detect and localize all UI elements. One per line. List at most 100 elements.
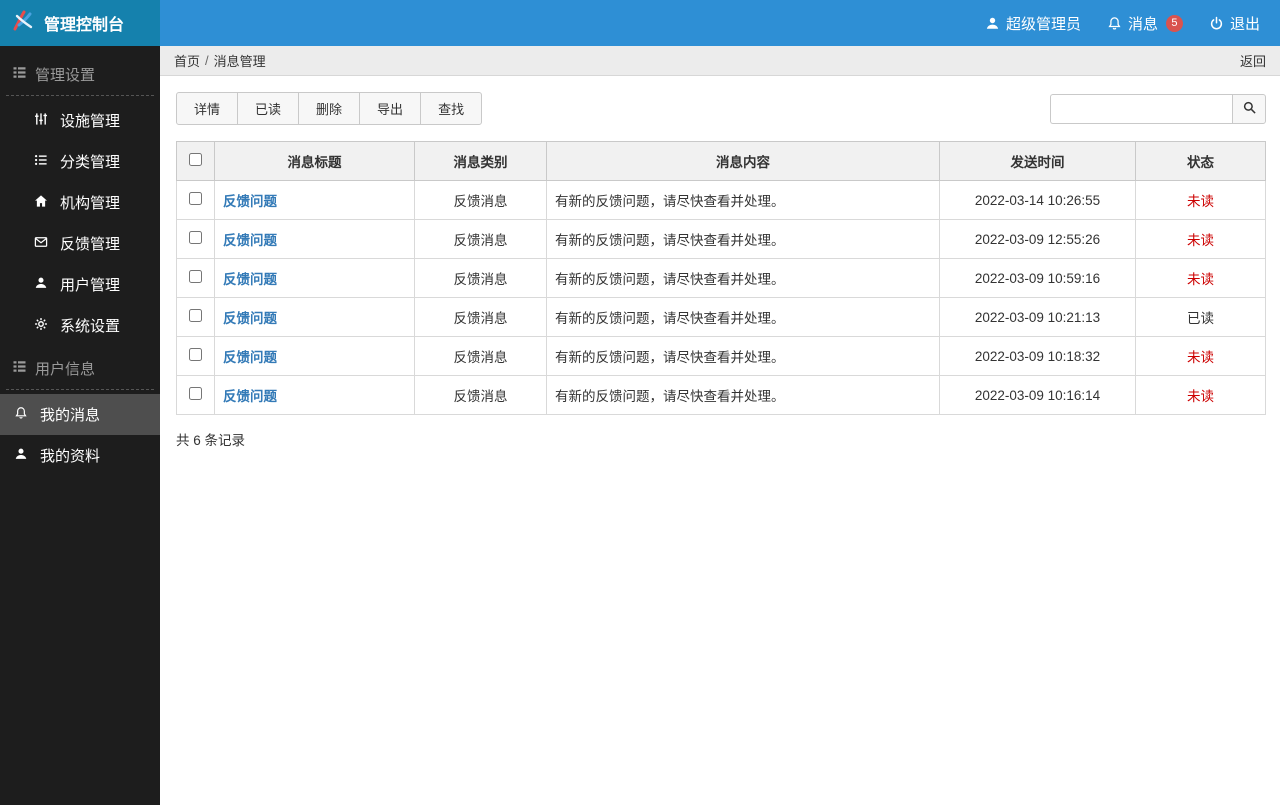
topbar-right: 超级管理员 消息 5 退出 xyxy=(985,0,1280,46)
message-title-link[interactable]: 反馈问题 xyxy=(223,350,277,365)
app-title: 管理控制台 xyxy=(44,11,124,35)
message-time: 2022-03-09 10:59:16 xyxy=(940,259,1136,298)
sidebar-item-label: 反馈管理 xyxy=(60,233,120,254)
sidebar-section-title: 用户信息 xyxy=(35,358,95,379)
row-checkbox[interactable] xyxy=(189,192,202,205)
message-time: 2022-03-09 10:21:13 xyxy=(940,298,1136,337)
table-row[interactable]: 反馈问题 反馈消息 有新的反馈问题，请尽快查看并处理。 2022-03-09 1… xyxy=(177,337,1266,376)
sidebar-item-feedback[interactable]: 反馈管理 xyxy=(0,223,160,264)
sidebar-item-label: 我的消息 xyxy=(40,404,100,425)
sidebar-item-facility[interactable]: 设施管理 xyxy=(0,100,160,141)
sidebar-item-label: 我的资料 xyxy=(40,445,100,466)
message-title-link[interactable]: 反馈问题 xyxy=(223,311,277,326)
messages-table: 消息标题 消息类别 消息内容 发送时间 状态 反馈问题 反馈消息 有新的反馈问题… xyxy=(176,141,1266,415)
message-content: 有新的反馈问题，请尽快查看并处理。 xyxy=(547,337,940,376)
user-icon xyxy=(34,276,48,294)
breadcrumb-current: 消息管理 xyxy=(214,51,266,70)
breadcrumb-home[interactable]: 首页 xyxy=(174,51,200,70)
find-button[interactable]: 查找 xyxy=(420,92,482,125)
sidebar-item-organization[interactable]: 机构管理 xyxy=(0,182,160,223)
sidebar-item-label: 设施管理 xyxy=(60,110,120,131)
search-button[interactable] xyxy=(1232,94,1266,124)
sidebar-item-my-profile[interactable]: 我的资料 xyxy=(0,435,160,476)
row-checkbox[interactable] xyxy=(189,309,202,322)
message-category: 反馈消息 xyxy=(415,376,547,415)
message-content: 有新的反馈问题，请尽快查看并处理。 xyxy=(547,376,940,415)
table-row[interactable]: 反馈问题 反馈消息 有新的反馈问题，请尽快查看并处理。 2022-03-09 1… xyxy=(177,298,1266,337)
detail-button[interactable]: 详情 xyxy=(176,92,238,125)
main-content: 首页 / 消息管理 返回 详情 已读 删除 导出 查找 xyxy=(160,46,1280,805)
sidebar: 管理设置 设施管理 分类管理 xyxy=(0,46,160,805)
message-title-link[interactable]: 反馈问题 xyxy=(223,194,277,209)
user-icon xyxy=(985,16,1000,31)
messages-label: 消息 xyxy=(1128,13,1158,34)
table-row[interactable]: 反馈问题 反馈消息 有新的反馈问题，请尽快查看并处理。 2022-03-14 1… xyxy=(177,181,1266,220)
envelope-icon xyxy=(34,235,48,253)
records-summary: 共 6 条记录 xyxy=(160,421,1280,457)
col-header-content: 消息内容 xyxy=(547,142,940,181)
messages-button[interactable]: 消息 5 xyxy=(1107,13,1183,34)
search-input[interactable] xyxy=(1050,94,1232,124)
message-status: 未读 xyxy=(1136,376,1266,415)
sidebar-item-users[interactable]: 用户管理 xyxy=(0,264,160,305)
sidebar-item-my-messages[interactable]: 我的消息 xyxy=(0,394,160,435)
row-checkbox[interactable] xyxy=(189,348,202,361)
topbar: 管理控制台 超级管理员 消息 5 xyxy=(0,0,1280,46)
col-header-time: 发送时间 xyxy=(940,142,1136,181)
search-box xyxy=(1050,94,1266,124)
row-checkbox[interactable] xyxy=(189,387,202,400)
list-icon xyxy=(12,359,27,378)
table-row[interactable]: 反馈问题 反馈消息 有新的反馈问题，请尽快查看并处理。 2022-03-09 1… xyxy=(177,220,1266,259)
message-category: 反馈消息 xyxy=(415,298,547,337)
messages-count-badge: 5 xyxy=(1166,15,1183,32)
message-title-link[interactable]: 反馈问题 xyxy=(223,389,277,404)
toolbar: 详情 已读 删除 导出 查找 xyxy=(160,76,1280,125)
message-time: 2022-03-09 10:18:32 xyxy=(940,337,1136,376)
breadcrumb-separator: / xyxy=(205,53,209,68)
col-header-title: 消息标题 xyxy=(215,142,415,181)
row-checkbox[interactable] xyxy=(189,231,202,244)
message-content: 有新的反馈问题，请尽快查看并处理。 xyxy=(547,259,940,298)
current-user[interactable]: 超级管理员 xyxy=(985,13,1081,34)
message-category: 反馈消息 xyxy=(415,220,547,259)
table-row[interactable]: 反馈问题 反馈消息 有新的反馈问题，请尽快查看并处理。 2022-03-09 1… xyxy=(177,376,1266,415)
select-all-checkbox[interactable] xyxy=(189,153,202,166)
sidebar-item-category[interactable]: 分类管理 xyxy=(0,141,160,182)
home-icon xyxy=(34,194,48,212)
message-category: 反馈消息 xyxy=(415,337,547,376)
app-logo-icon xyxy=(10,8,36,39)
message-status: 未读 xyxy=(1136,259,1266,298)
row-checkbox[interactable] xyxy=(189,270,202,283)
message-time: 2022-03-14 10:26:55 xyxy=(940,181,1136,220)
search-icon xyxy=(1242,100,1257,118)
bell-icon xyxy=(14,406,28,424)
message-status: 未读 xyxy=(1136,220,1266,259)
message-title-link[interactable]: 反馈问题 xyxy=(223,233,277,248)
sidebar-item-label: 机构管理 xyxy=(60,192,120,213)
sidebar-section-admin: 管理设置 xyxy=(0,52,160,95)
sidebar-item-label: 系统设置 xyxy=(60,315,120,336)
export-button[interactable]: 导出 xyxy=(359,92,421,125)
message-status: 已读 xyxy=(1136,298,1266,337)
back-link[interactable]: 返回 xyxy=(1240,51,1266,70)
sidebar-item-settings[interactable]: 系统设置 xyxy=(0,305,160,346)
sidebar-item-label: 用户管理 xyxy=(60,274,120,295)
message-content: 有新的反馈问题，请尽快查看并处理。 xyxy=(547,220,940,259)
col-header-category: 消息类别 xyxy=(415,142,547,181)
list-ul-icon xyxy=(34,153,48,171)
divider xyxy=(6,95,154,96)
logout-button[interactable]: 退出 xyxy=(1209,13,1260,34)
message-time: 2022-03-09 10:16:14 xyxy=(940,376,1136,415)
gear-icon xyxy=(34,317,48,335)
delete-button[interactable]: 删除 xyxy=(298,92,360,125)
current-user-label: 超级管理员 xyxy=(1006,13,1081,34)
toolbar-button-group: 详情 已读 删除 导出 查找 xyxy=(176,92,482,125)
logout-label: 退出 xyxy=(1230,13,1260,34)
list-icon xyxy=(12,65,27,84)
message-time: 2022-03-09 12:55:26 xyxy=(940,220,1136,259)
table-row[interactable]: 反馈问题 反馈消息 有新的反馈问题，请尽快查看并处理。 2022-03-09 1… xyxy=(177,259,1266,298)
sidebar-section-userinfo: 用户信息 xyxy=(0,346,160,389)
message-title-link[interactable]: 反馈问题 xyxy=(223,272,277,287)
mark-read-button[interactable]: 已读 xyxy=(237,92,299,125)
message-status: 未读 xyxy=(1136,337,1266,376)
